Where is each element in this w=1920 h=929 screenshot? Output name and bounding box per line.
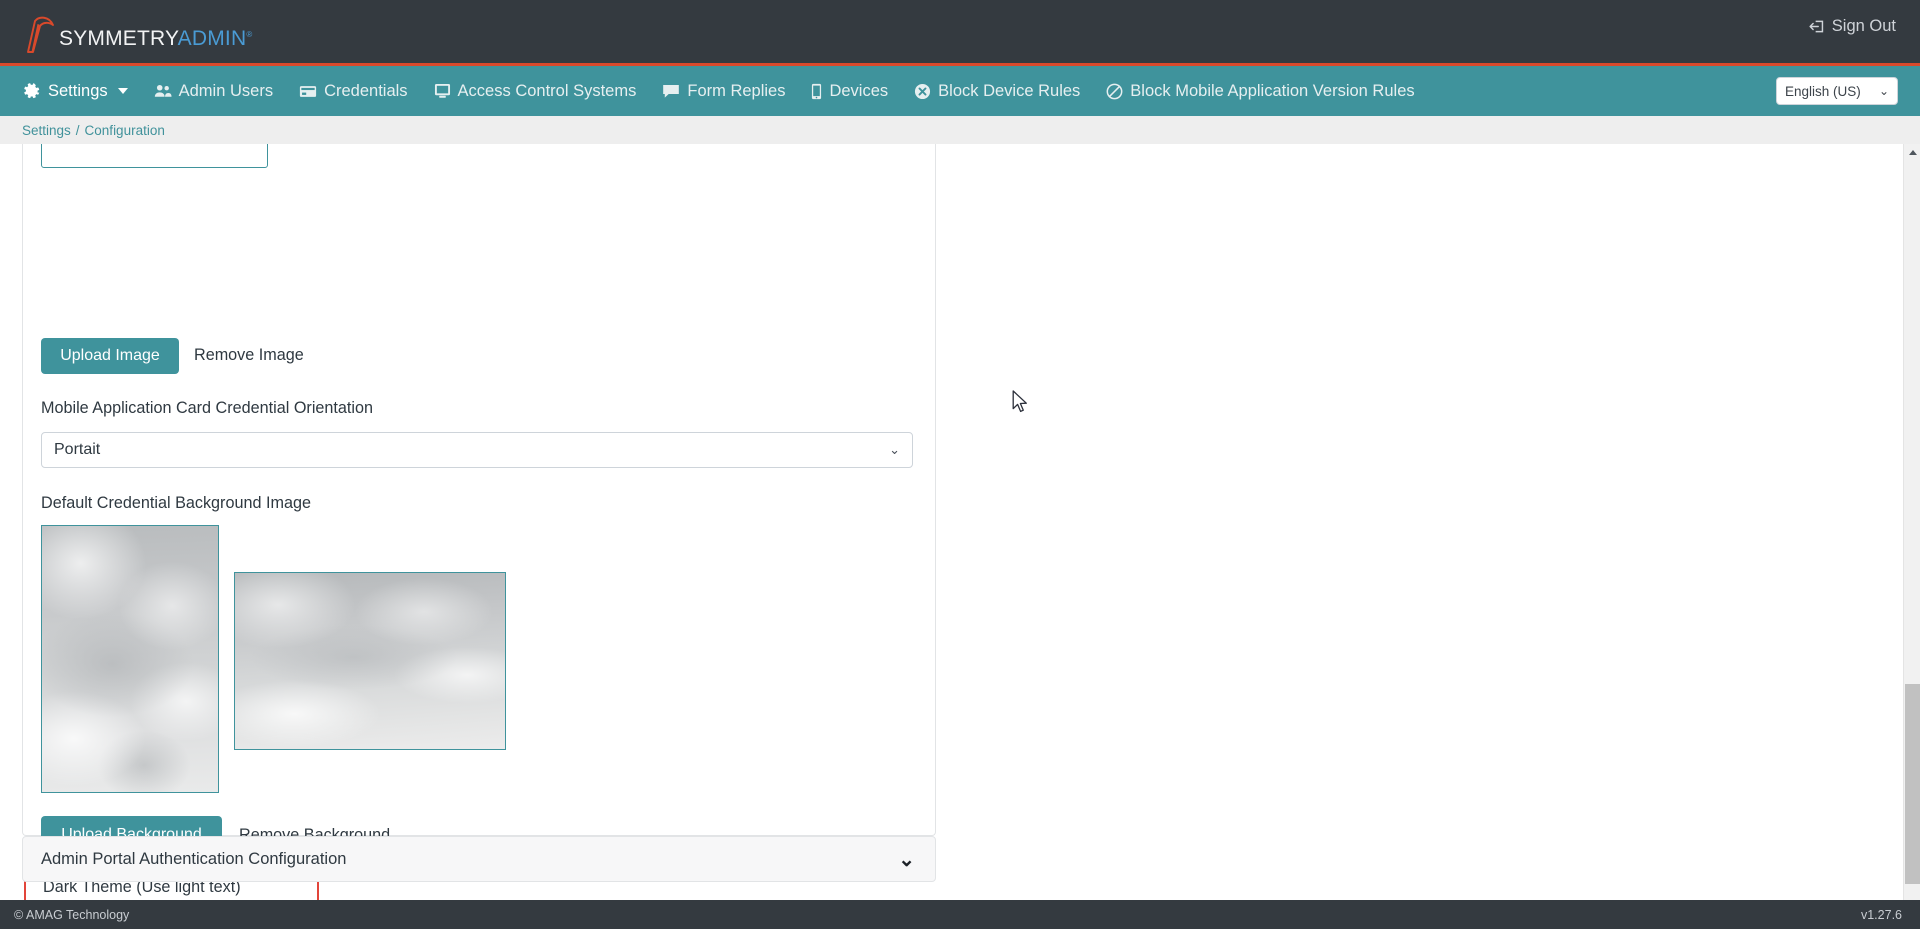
sign-out-icon — [1809, 20, 1823, 33]
orientation-select[interactable]: Portait ⌄ — [41, 432, 913, 468]
remove-image-link[interactable]: Remove Image — [194, 346, 304, 365]
breadcrumb-settings[interactable]: Settings — [22, 123, 71, 138]
comment-icon — [662, 83, 680, 99]
chevron-down-icon: ⌄ — [898, 848, 915, 871]
orientation-label: Mobile Application Card Credential Orien… — [41, 399, 374, 417]
nav-item-devices[interactable]: Devices — [811, 66, 888, 116]
nav-label-access-control-systems: Access Control Systems — [457, 81, 637, 100]
nav-label-block-device-rules: Block Device Rules — [938, 81, 1081, 100]
breadcrumb-separator: / — [75, 122, 80, 138]
nav-label-block-mobile-application-version-rules: Block Mobile Application Version Rules — [1130, 81, 1415, 100]
logo-wordmark: SYMMETRYADMIN® — [59, 28, 252, 49]
chevron-down-icon: ⌄ — [1878, 84, 1889, 98]
nav-label-admin-users: Admin Users — [178, 81, 274, 100]
chevron-down-icon: ⌄ — [889, 442, 900, 457]
monitor-icon — [434, 83, 451, 99]
users-icon — [154, 83, 172, 99]
gear-icon — [24, 82, 41, 100]
scroll-up-button[interactable] — [1904, 144, 1920, 161]
top-header-bar: SYMMETRYADMIN® Sign Out — [0, 0, 1920, 66]
accordion-admin-portal-authentication-configuration[interactable]: Admin Portal Authentication Configuratio… — [22, 836, 936, 882]
footer-bar: © AMAG Technology v1.27.6 — [0, 900, 1920, 929]
footer-version: v1.27.6 — [1860, 907, 1902, 922]
times-circle-icon — [914, 83, 931, 100]
credential-background-preview-portrait[interactable] — [41, 525, 219, 793]
nav-item-block-mobile-application-version-rules[interactable]: Block Mobile Application Version Rules — [1106, 66, 1415, 116]
nav-item-access-control-systems[interactable]: Access Control Systems — [434, 66, 637, 116]
scrollbar-thumb[interactable] — [1905, 684, 1920, 884]
mobile-icon — [811, 83, 822, 100]
vertical-scrollbar[interactable] — [1903, 144, 1920, 912]
nav-item-form-replies[interactable]: Form Replies — [662, 66, 785, 116]
nav-label-credentials: Credentials — [324, 81, 408, 100]
credential-background-preview-landscape[interactable] — [234, 572, 506, 750]
breadcrumb-configuration[interactable]: Configuration — [85, 123, 165, 138]
logo-primary-text: SYMMETRY — [59, 27, 178, 50]
nav-label-settings: Settings — [48, 81, 108, 100]
language-select[interactable]: English (US) ⌄ — [1776, 77, 1898, 105]
falcon-logo-icon — [27, 16, 54, 53]
orientation-selected-value: Portait — [54, 441, 101, 458]
ban-icon — [1106, 83, 1123, 100]
logo-secondary-text: ADMIN — [177, 27, 247, 50]
sign-out-button[interactable]: Sign Out — [1808, 17, 1896, 36]
footer-copyright: © AMAG Technology — [14, 907, 130, 922]
preview-texture — [235, 573, 505, 749]
breadcrumb-bar: Settings / Configuration — [0, 116, 1920, 144]
nav-item-admin-users[interactable]: Admin Users — [154, 66, 273, 116]
triangle-up-icon — [1908, 150, 1917, 155]
page-content-scroll-region: Upload Image Remove Image Mobile Applica… — [0, 144, 1920, 912]
card-icon — [299, 84, 317, 99]
nav-item-credentials[interactable]: Credentials — [299, 66, 408, 116]
app-logo[interactable]: SYMMETRYADMIN® — [22, 10, 252, 54]
nav-label-devices: Devices — [829, 81, 889, 100]
sign-out-label: Sign Out — [1831, 17, 1896, 35]
logo-trademark: ® — [246, 30, 253, 39]
chevron-down-icon — [117, 88, 128, 94]
background-image-label: Default Credential Background Image — [41, 494, 311, 512]
breadcrumb: Settings / Configuration — [22, 123, 165, 138]
preview-texture — [42, 526, 218, 792]
nav-item-settings[interactable]: Settings — [24, 66, 128, 116]
upload-image-button[interactable]: Upload Image — [41, 338, 179, 374]
language-selected-value: English (US) — [1785, 83, 1861, 99]
main-navigation-bar: Settings Admin Users Credentials Access … — [0, 66, 1920, 116]
nav-label-form-replies: Form Replies — [687, 81, 786, 100]
accordion-title: Admin Portal Authentication Configuratio… — [41, 849, 347, 868]
image-name-input[interactable] — [41, 144, 268, 168]
nav-item-block-device-rules[interactable]: Block Device Rules — [914, 66, 1080, 116]
